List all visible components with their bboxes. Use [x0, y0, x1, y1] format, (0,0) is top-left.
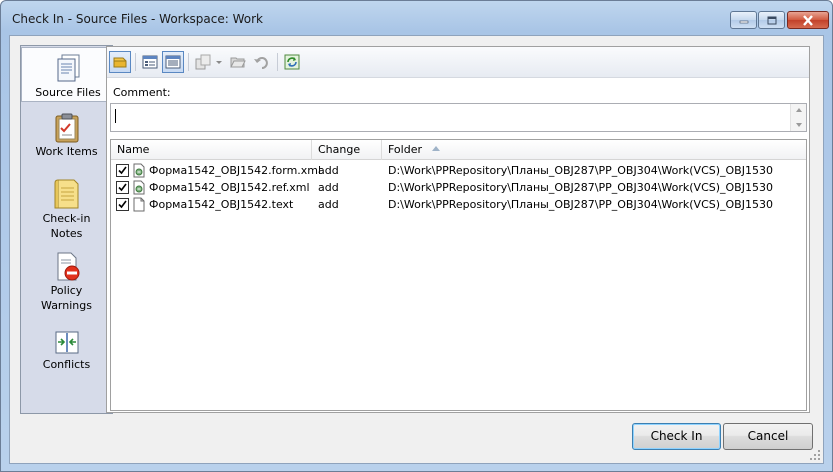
toolbar-open-folder-button[interactable]	[227, 51, 249, 73]
comment-input[interactable]	[110, 103, 807, 132]
change-type: add	[318, 198, 339, 211]
channel-sidebar: Source Files Work Items Check-in Notes P…	[20, 45, 114, 414]
column-header-change[interactable]: Change	[312, 140, 382, 160]
nav-label-policy-warnings: Policy Warnings	[41, 284, 92, 312]
comment-scrollbar[interactable]	[790, 104, 806, 131]
column-header-folder[interactable]: Folder	[382, 140, 811, 160]
source-files-panel: Comment: Name Change Folder Форма1542_OB…	[106, 46, 810, 413]
cancel-button[interactable]: Cancel	[723, 423, 813, 450]
nav-item-check-in-notes[interactable]: Check-in Notes	[21, 174, 112, 240]
toolbar-separator	[277, 53, 278, 71]
title-bar[interactable]: Check In - Source Files - Workspace: Wor…	[1, 1, 832, 35]
flat-view-icon	[142, 55, 158, 69]
nav-label-work-items: Work Items	[35, 145, 98, 158]
minimize-icon	[739, 20, 748, 24]
dialog-client-area: Source Files Work Items Check-in Notes P…	[9, 35, 824, 464]
toolbar-undo-button[interactable]	[250, 51, 272, 73]
resize-grip-icon[interactable]	[809, 449, 821, 461]
text-caret	[115, 109, 116, 123]
toolbar-tree-view-button[interactable]	[162, 51, 184, 73]
nav-label-source-files: Source Files	[35, 86, 101, 99]
table-row[interactable]: Форма1542_OBJ1542.form.xml add D:\Work\P…	[111, 162, 806, 179]
text-file-icon	[133, 197, 145, 212]
conflicts-icon	[55, 331, 78, 354]
toolbar-compare-button[interactable]	[192, 51, 226, 73]
change-type: add	[318, 164, 339, 177]
shelve-icon	[113, 57, 127, 68]
folder-path: D:\Work\PPRepository\Планы_OBJ287\PP_OBJ…	[388, 198, 773, 211]
include-checkbox[interactable]	[116, 181, 129, 194]
close-icon	[803, 14, 813, 26]
toolbar-separator	[135, 53, 136, 71]
check-in-button[interactable]: Check In	[632, 423, 721, 450]
comment-label: Comment:	[113, 86, 171, 99]
undo-icon	[254, 57, 268, 69]
source-files-icon	[57, 54, 80, 82]
list-header: Name Change Folder	[111, 140, 806, 160]
xml-file-icon	[133, 163, 145, 178]
nav-item-policy-warnings[interactable]: Policy Warnings	[21, 248, 112, 312]
checkmark-icon	[118, 200, 127, 209]
checkmark-icon	[118, 166, 127, 175]
work-items-icon	[55, 113, 78, 143]
tree-view-icon	[165, 55, 181, 69]
folder-path: D:\Work\PPRepository\Планы_OBJ287\PP_OBJ…	[388, 164, 773, 177]
window-title: Check In - Source Files - Workspace: Wor…	[12, 12, 263, 26]
toolbar-separator	[188, 53, 189, 71]
maximize-button[interactable]	[758, 11, 785, 29]
toolbar	[107, 47, 809, 78]
xml-file-icon	[133, 180, 145, 195]
file-name: Форма1542_OBJ1542.ref.xml	[149, 181, 310, 194]
dialog-window: Check In - Source Files - Workspace: Wor…	[0, 0, 833, 472]
pending-changes-list: Name Change Folder Форма1542_OBJ1542.for…	[110, 139, 807, 411]
toolbar-shelve-button[interactable]	[109, 51, 131, 73]
change-type: add	[318, 181, 339, 194]
maximize-icon	[767, 16, 776, 24]
scroll-up-icon[interactable]	[796, 108, 802, 112]
check-in-notes-icon	[54, 179, 78, 209]
toolbar-refresh-button[interactable]	[281, 51, 303, 73]
minimize-button[interactable]	[730, 11, 757, 29]
column-header-name[interactable]: Name	[111, 140, 312, 160]
close-button[interactable]	[787, 11, 829, 29]
folder-path: D:\Work\PPRepository\Планы_OBJ287\PP_OBJ…	[388, 181, 773, 194]
file-name: Форма1542_OBJ1542.form.xml	[149, 164, 322, 177]
table-row[interactable]: Форма1542_OBJ1542.text add D:\Work\PPRep…	[111, 196, 806, 213]
sort-ascending-icon	[432, 146, 440, 151]
refresh-icon	[284, 54, 300, 70]
scroll-down-icon[interactable]	[796, 123, 802, 127]
nav-item-conflicts[interactable]: Conflicts	[21, 324, 112, 372]
policy-warnings-icon	[57, 252, 79, 281]
nav-item-source-files[interactable]: Source Files	[21, 47, 114, 102]
toolbar-flat-view-button[interactable]	[139, 51, 161, 73]
table-row[interactable]: Форма1542_OBJ1542.ref.xml add D:\Work\PP…	[111, 179, 806, 196]
nav-label-conflicts: Conflicts	[42, 358, 91, 371]
file-name: Форма1542_OBJ1542.text	[149, 198, 294, 211]
compare-icon	[195, 54, 222, 70]
include-checkbox[interactable]	[116, 198, 129, 211]
open-folder-icon	[230, 57, 246, 68]
nav-item-work-items[interactable]: Work Items	[21, 109, 112, 159]
nav-label-check-in-notes: Check-in Notes	[42, 212, 91, 240]
checkmark-icon	[118, 183, 127, 192]
include-checkbox[interactable]	[116, 164, 129, 177]
